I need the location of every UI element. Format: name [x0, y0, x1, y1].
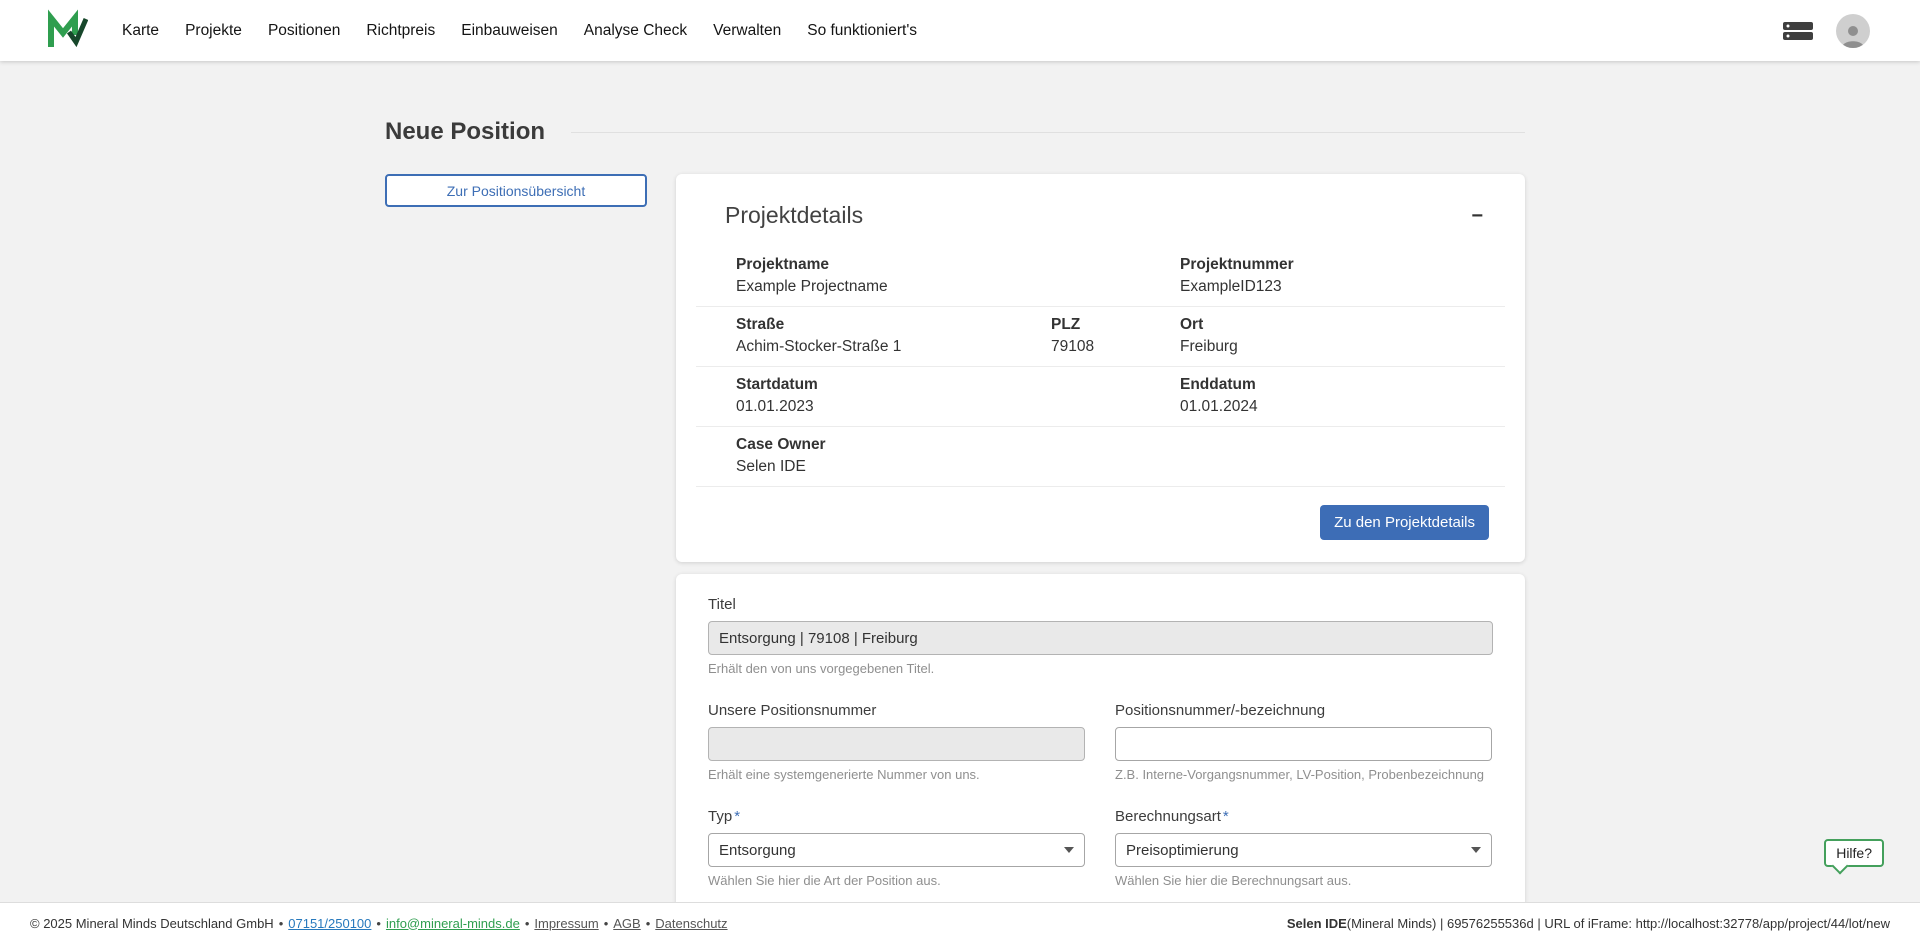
field-value: 01.01.2024	[1180, 398, 1258, 415]
typ-label: Typ *	[708, 808, 1085, 825]
unsere-positionsnummer-helper-text: Erhält eine systemgenerierte Nummer von …	[708, 767, 980, 782]
nav-item-karte[interactable]: Karte	[122, 22, 159, 40]
berechnungsart-label-text: Berechnungsart	[1115, 808, 1221, 825]
user-avatar[interactable]	[1836, 13, 1870, 48]
unsere-positionsnummer-label: Unsere Positionsnummer	[708, 702, 877, 719]
help-button[interactable]: Hilfe?	[1824, 839, 1884, 867]
berechnungsart-field-group: Berechnungsart * Preisoptimierung Wählen …	[1115, 808, 1492, 888]
main-menu: Karte Projekte Positionen Richtpreis Ein…	[122, 22, 917, 40]
nav-item-einbauweisen[interactable]: Einbauweisen	[461, 22, 558, 40]
separator: •	[645, 915, 651, 931]
separator: •	[376, 915, 381, 931]
datenschutz-link[interactable]: Datenschutz	[655, 916, 727, 931]
field-label: Projektnummer	[1180, 256, 1294, 273]
field-label: Enddatum	[1180, 376, 1256, 393]
footer-right: Selen IDE (Mineral Minds) | 69576255536d…	[1287, 916, 1890, 931]
positionsnummer-helper-text: Z.B. Interne-Vorgangsnummer, LV-Position…	[1115, 767, 1485, 782]
berechnungsart-label: Berechnungsart *	[1115, 808, 1492, 825]
table-row: Case Owner Selen IDE	[696, 427, 1505, 487]
field-value: Example Projectname	[736, 278, 888, 295]
back-to-positions-button[interactable]: Zur Positionsübersicht	[385, 174, 647, 207]
table-row: Startdatum 01.01.2023 Enddatum 01.01.202…	[696, 367, 1505, 427]
field-value: ExampleID123	[1180, 278, 1282, 295]
positionsnummer-field-group: Positionsnummer/-bezeichnung Z.B. Intern…	[1115, 702, 1492, 782]
top-navigation: Karte Projekte Positionen Richtpreis Ein…	[0, 0, 1920, 61]
titel-label: Titel	[708, 596, 736, 613]
main-area: Neue Position Zur Positionsübersicht Pro…	[0, 61, 1920, 943]
titel-input	[708, 621, 1493, 655]
field-value: Achim-Stocker-Straße 1	[736, 338, 902, 355]
field-label: Startdatum	[736, 376, 818, 393]
nav-item-projekte[interactable]: Projekte	[185, 22, 242, 40]
field-value: Freiburg	[1180, 338, 1238, 355]
page-title: Neue Position	[385, 118, 546, 145]
positionsnummer-label: Positionsnummer/-bezeichnung	[1115, 702, 1326, 719]
chevron-down-icon	[1064, 847, 1074, 853]
positionsnummer-input[interactable]	[1115, 727, 1492, 761]
nav-item-positionen[interactable]: Positionen	[268, 22, 340, 40]
email-link[interactable]: info@mineral-minds.de	[386, 916, 520, 931]
field-value: 01.01.2023	[736, 398, 814, 415]
berechnungsart-helper-text: Wählen Sie hier die Berechnungsart aus.	[1115, 873, 1352, 888]
new-position-form-card: Titel Erhält den von uns vorgegebenen Ti…	[676, 574, 1525, 943]
field-value: 79108	[1051, 338, 1095, 355]
typ-label-text: Typ	[708, 808, 733, 825]
titel-field-group: Titel Erhält den von uns vorgegebenen Ti…	[708, 596, 1493, 676]
field-label: Projektname	[736, 256, 830, 273]
phone-link[interactable]: 07151/250100	[288, 916, 371, 931]
field-value: Selen IDE	[736, 458, 806, 475]
berechnungsart-select[interactable]: Preisoptimierung	[1115, 833, 1492, 867]
nav-item-so-funktionierts[interactable]: So funktioniert's	[807, 22, 917, 40]
unsere-positionsnummer-field-group: Unsere Positionsnummer Erhält eine syste…	[708, 702, 1085, 782]
table-row: Projektname Example Projectname Projektn…	[696, 247, 1505, 307]
app-logo[interactable]	[44, 8, 88, 53]
separator: •	[603, 915, 609, 931]
field-label: Ort	[1180, 316, 1204, 333]
impressum-link[interactable]: Impressum	[534, 916, 598, 931]
nav-item-richtpreis[interactable]: Richtpreis	[366, 22, 435, 40]
typ-helper-text: Wählen Sie hier die Art der Position aus…	[708, 873, 941, 888]
field-label: PLZ	[1051, 316, 1081, 333]
nav-item-verwalten[interactable]: Verwalten	[713, 22, 781, 40]
mineral-minds-logo-icon	[48, 8, 88, 47]
header-divider	[571, 131, 1525, 133]
session-user: Selen IDE	[1286, 915, 1347, 931]
footer: © 2025 Mineral Minds Deutschland GmbH • …	[0, 902, 1920, 943]
table-row: Straße Achim-Stocker-Straße 1 PLZ 79108 …	[696, 307, 1505, 367]
berechnungsart-select-value: Preisoptimierung	[1126, 841, 1239, 859]
separator: •	[278, 915, 284, 931]
page-header: Neue Position	[385, 118, 1525, 146]
copyright-text: © 2025 Mineral Minds Deutschland GmbH	[30, 915, 274, 931]
server-icon[interactable]	[1782, 19, 1814, 43]
person-icon	[1842, 25, 1864, 48]
typ-select-value: Entsorgung	[719, 841, 796, 859]
footer-left: © 2025 Mineral Minds Deutschland GmbH • …	[30, 916, 728, 931]
field-label: Case Owner	[736, 436, 826, 453]
field-label: Straße	[736, 316, 785, 333]
typ-select[interactable]: Entsorgung	[708, 833, 1085, 867]
unsere-positionsnummer-input	[708, 727, 1085, 761]
agb-link[interactable]: AGB	[613, 916, 640, 931]
go-to-project-details-button[interactable]: Zu den Projektdetails	[1320, 505, 1489, 540]
chevron-down-icon	[1471, 847, 1481, 853]
collapse-button[interactable]: −	[1465, 204, 1489, 228]
separator: •	[524, 915, 530, 931]
session-info: (Mineral Minds) | 69576255536d | URL of …	[1346, 915, 1890, 931]
nav-right-actions	[1782, 13, 1920, 48]
project-details-table: Projektname Example Projectname Projektn…	[696, 247, 1505, 487]
titel-helper-text: Erhält den von uns vorgegebenen Titel.	[708, 661, 935, 676]
typ-field-group: Typ * Entsorgung Wählen Sie hier die Art …	[708, 808, 1085, 888]
nav-item-analyse-check[interactable]: Analyse Check	[584, 22, 687, 40]
required-asterisk: *	[734, 808, 741, 825]
project-details-title: Projektdetails	[725, 202, 864, 228]
required-asterisk: *	[1222, 808, 1229, 825]
project-details-card: Projektdetails − Projektname Example Pro…	[676, 174, 1525, 562]
